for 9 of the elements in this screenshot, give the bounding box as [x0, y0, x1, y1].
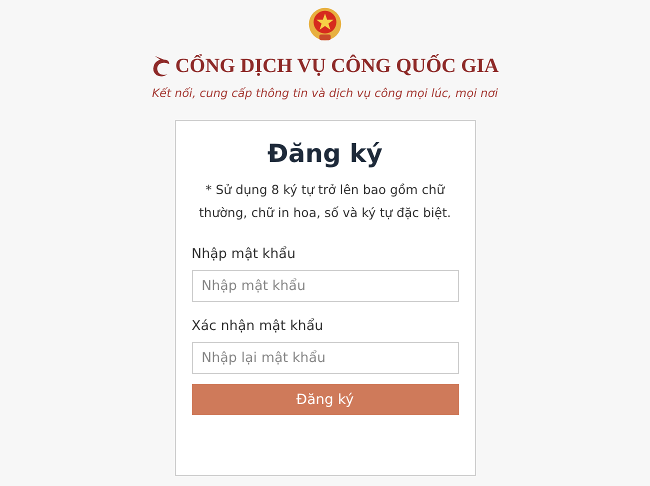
site-tagline: Kết nối, cung cấp thông tin và dịch vụ công mọi lúc, mọi nơi: [152, 86, 498, 100]
field-label: Nhập mật khẩu: [192, 246, 296, 262]
password-field[interactable]: Nhập mật khẩu: [192, 270, 458, 302]
site-title: CỔNG DỊCH VỤ CÔNG QUỐC GIA: [175, 54, 499, 78]
form-heading: Đăng ký: [267, 139, 383, 168]
password-hint: * Sử dụng 8 ký tự trở lên bao gồm chữ thường, chữ in hoa, số và ký tự đặc biệt.: [198, 181, 452, 222]
register-button[interactable]: Đăng ký: [192, 384, 458, 415]
password-field[interactable]: Nhập lại mật khẩu: [192, 342, 458, 374]
field-label: Xác nhận mật khẩu: [192, 318, 324, 334]
